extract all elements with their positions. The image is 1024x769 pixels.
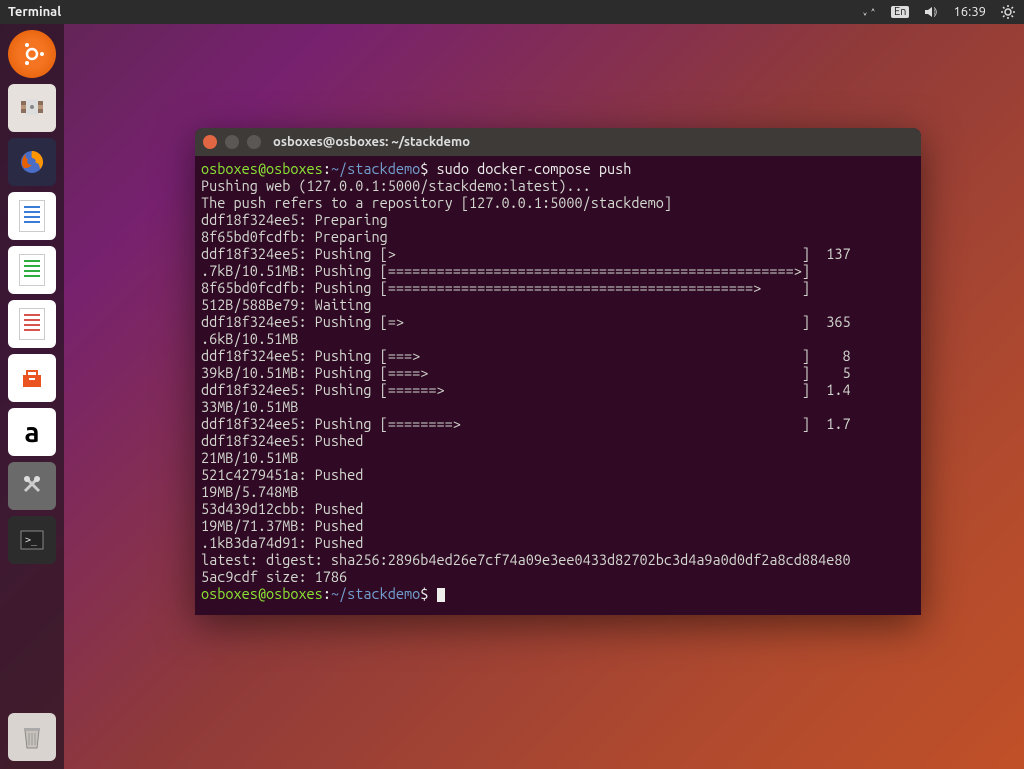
terminal-window[interactable]: osboxes@osboxes: ~/stackdemo osboxes@osb… bbox=[195, 128, 921, 615]
clock[interactable]: 16:39 bbox=[953, 5, 986, 19]
keyboard-lang-indicator[interactable]: En bbox=[891, 6, 909, 18]
trash-icon[interactable] bbox=[8, 713, 56, 761]
dash-icon[interactable] bbox=[8, 30, 56, 78]
impress-icon[interactable] bbox=[8, 300, 56, 348]
software-center-icon[interactable] bbox=[8, 354, 56, 402]
terminal-lines: Pushing web (127.0.0.1:5000/stackdemo:la… bbox=[201, 177, 851, 585]
prompt-path: ~/stackdemo bbox=[331, 160, 420, 177]
active-app-title: Terminal bbox=[8, 5, 61, 19]
cursor bbox=[437, 588, 445, 602]
window-minimize-button[interactable] bbox=[225, 135, 239, 149]
writer-icon[interactable] bbox=[8, 192, 56, 240]
terminal-title-text: osboxes@osboxes: ~/stackdemo bbox=[273, 135, 470, 149]
unity-launcher: a >_ bbox=[0, 24, 64, 769]
files-icon[interactable] bbox=[8, 84, 56, 132]
prompt-user-2: osboxes@osboxes bbox=[201, 585, 323, 602]
prompt-user: osboxes@osboxes bbox=[201, 160, 323, 177]
terminal-launcher-icon[interactable]: >_ bbox=[8, 516, 56, 564]
volume-icon[interactable] bbox=[923, 4, 939, 20]
command-text: sudo docker-compose push bbox=[437, 160, 632, 177]
amazon-icon[interactable]: a bbox=[8, 408, 56, 456]
svg-text:>_: >_ bbox=[25, 535, 38, 546]
window-close-button[interactable] bbox=[203, 135, 217, 149]
terminal-titlebar[interactable]: osboxes@osboxes: ~/stackdemo bbox=[195, 128, 921, 156]
network-icon[interactable] bbox=[861, 4, 877, 20]
terminal-output[interactable]: osboxes@osboxes:~/stackdemo$ sudo docker… bbox=[195, 156, 921, 615]
calc-icon[interactable] bbox=[8, 246, 56, 294]
system-gear-icon[interactable] bbox=[1000, 4, 1016, 20]
settings-icon[interactable] bbox=[8, 462, 56, 510]
firefox-icon[interactable] bbox=[8, 138, 56, 186]
window-maximize-button[interactable] bbox=[247, 135, 261, 149]
top-menu-bar: Terminal En 16:39 bbox=[0, 0, 1024, 24]
